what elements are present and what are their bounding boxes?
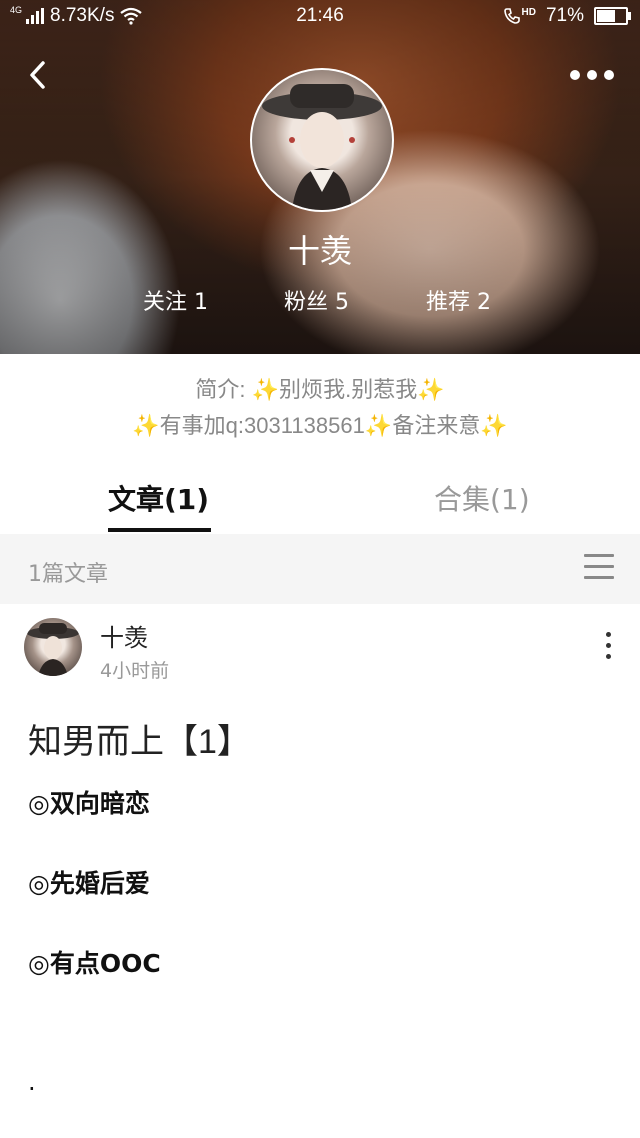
profile-header: 4G 8.73K/s 21:46 HD 71% 十羡 关注 1 粉丝 5 推荐 … xyxy=(0,0,640,354)
call-hd-icon: HD xyxy=(503,7,536,25)
profile-avatar[interactable] xyxy=(250,68,394,212)
back-icon[interactable] xyxy=(24,60,54,90)
more-dots-icon[interactable] xyxy=(570,66,616,84)
fans-count[interactable]: 粉丝 5 xyxy=(284,284,349,316)
article-count-bar: 1篇文章 xyxy=(0,534,640,604)
post-tag-line: ◎有点OOC xyxy=(28,949,161,978)
battery-fill xyxy=(597,10,615,22)
battery-icon xyxy=(594,7,631,25)
recommend-count[interactable]: 推荐 2 xyxy=(426,284,491,316)
profile-bio: 简介: ✨别烦我.别惹我✨ ✨有事加q:3031138561✨备注来意✨ xyxy=(0,372,640,444)
status-bar: 4G 8.73K/s 21:46 HD 71% xyxy=(0,0,640,34)
post-title[interactable]: 知男而上【1】 xyxy=(28,714,251,763)
list-menu-icon[interactable] xyxy=(584,554,614,580)
vertical-dots-icon[interactable] xyxy=(604,632,612,664)
profile-nickname: 十羡 xyxy=(287,233,352,269)
status-right: HD 71% xyxy=(503,5,631,27)
content-tabs: 文章(1) 合集(1) xyxy=(0,472,640,534)
profile-stats: 关注 1 粉丝 5 推荐 2 xyxy=(0,284,640,316)
battery-percent: 71% xyxy=(545,5,584,26)
post-author-name[interactable]: 十羡 xyxy=(100,618,148,653)
article-count: 1篇文章 xyxy=(28,562,108,587)
bio-line-2: ✨有事加q:3031138561✨备注来意✨ xyxy=(132,413,508,438)
post-trailing-dot: . xyxy=(28,1068,36,1096)
post-timestamp: 4小时前 xyxy=(100,660,170,682)
post-author-avatar[interactable] xyxy=(24,618,82,676)
bio-line-1: 简介: ✨别烦我.别惹我✨ xyxy=(195,377,445,402)
tab-collections[interactable]: 合集(1) xyxy=(434,478,530,518)
post-tag-line: ◎先婚后爱 xyxy=(28,869,150,898)
call-hd-label: HD xyxy=(521,7,536,18)
post-tag-line: ◎双向暗恋 xyxy=(28,789,150,818)
follow-count[interactable]: 关注 1 xyxy=(143,284,208,316)
tab-active-indicator xyxy=(108,528,211,532)
tab-articles[interactable]: 文章(1) xyxy=(108,478,209,518)
